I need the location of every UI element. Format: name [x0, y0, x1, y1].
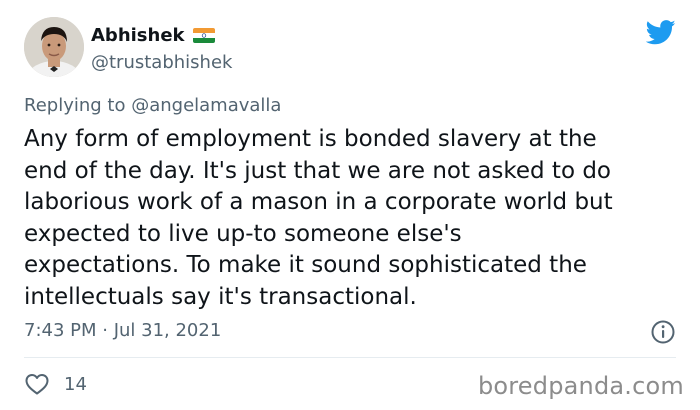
watermark: boredpanda.com	[477, 372, 684, 400]
tweet-card: Abhishek @trustabhishek Replying to @ang…	[0, 0, 700, 410]
like-action[interactable]: 14	[24, 372, 87, 396]
tweet-header: Abhishek @trustabhishek	[24, 17, 232, 77]
info-icon[interactable]	[650, 319, 676, 345]
tweet-timestamp[interactable]: 7:43 PM · Jul 31, 2021	[24, 320, 221, 341]
user-info: Abhishek @trustabhishek	[91, 22, 232, 73]
heart-icon[interactable]	[24, 372, 50, 396]
name-row: Abhishek	[91, 22, 232, 50]
replying-prefix: Replying to	[24, 95, 132, 116]
twitter-bird-icon[interactable]	[645, 20, 676, 45]
avatar[interactable]	[24, 17, 84, 77]
divider	[24, 357, 676, 358]
reply-mention-link[interactable]: @angelamavalla	[131, 95, 281, 116]
display-name[interactable]: Abhishek	[91, 25, 185, 46]
tweet-text: Any form of employment is bonded slavery…	[24, 126, 613, 310]
india-flag-icon	[192, 28, 215, 43]
user-handle[interactable]: @trustabhishek	[91, 52, 232, 73]
like-count: 14	[64, 373, 87, 395]
replying-to: Replying to @angelamavalla	[24, 95, 281, 116]
